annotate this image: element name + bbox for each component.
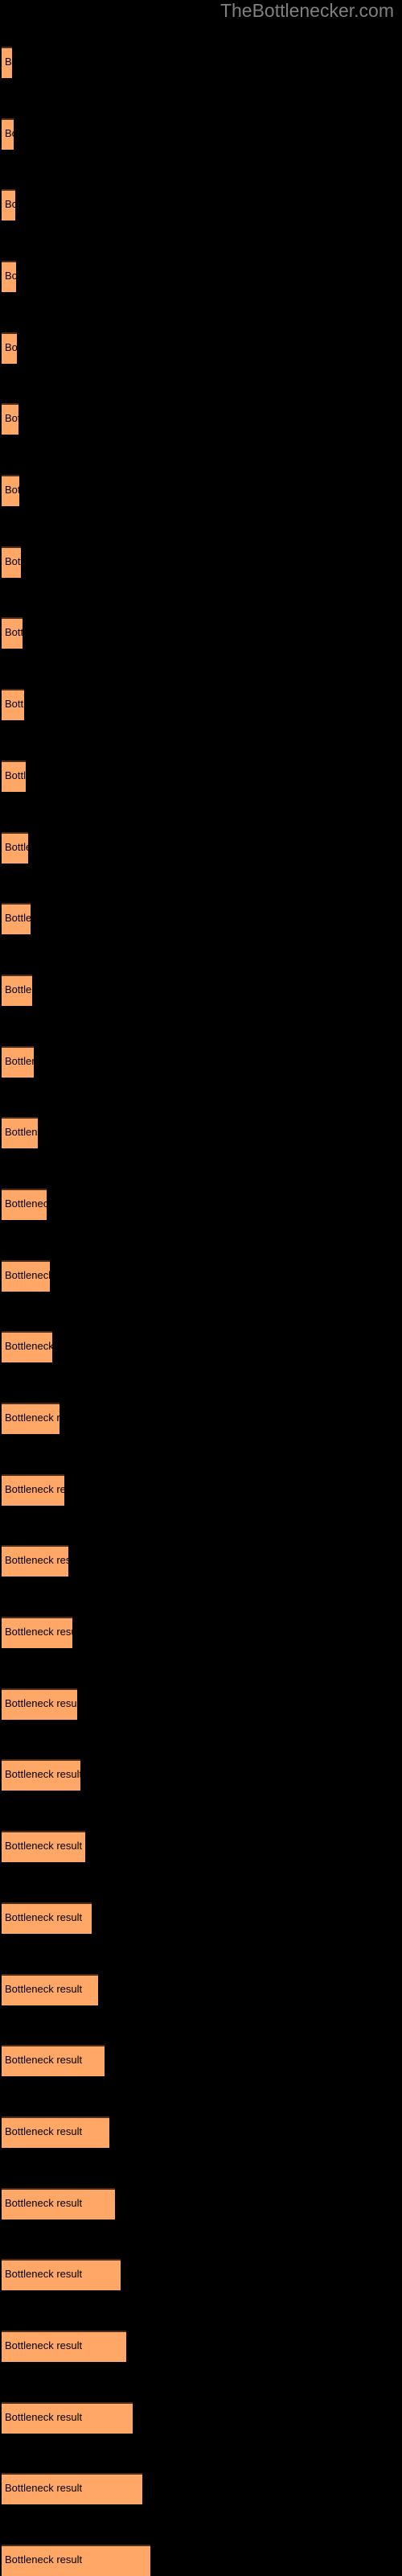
bar: Bottleneck result (2, 2401, 133, 2434)
bar-label: Bottleneck result (5, 1340, 52, 1353)
bar: Bottleneck result (2, 1045, 34, 1078)
bar: Bottleneck result (2, 903, 31, 935)
bar-label: Bottleneck result (5, 2410, 83, 2423)
bar-label: Bottleneck result (5, 1482, 64, 1495)
bar-label: Bottleneck result (5, 554, 21, 567)
bar: Bottleneck result (2, 1617, 72, 1649)
bar: Bottleneck result (2, 117, 14, 150)
bar-label: Bottleneck result (5, 1696, 77, 1709)
bar-label: Bottleneck result (5, 912, 31, 925)
bar: Bottleneck result (2, 47, 12, 78)
bar-label: Bottleneck result (5, 1768, 80, 1781)
bar-label: Bottleneck result (5, 1982, 83, 1995)
bar: Bottleneck result (2, 2259, 121, 2291)
bar-label: Bottleneck result (5, 2553, 83, 2566)
bar-label: Bottleneck result (5, 1268, 50, 1281)
bar: Bottleneck result (2, 617, 23, 649)
bar: Bottleneck result (2, 760, 26, 792)
bar: Bottleneck result (2, 475, 19, 507)
bar-label: Bottleneck result (5, 1054, 34, 1067)
bar: Bottleneck result (2, 1759, 80, 1791)
bar-label: Bottleneck result (5, 840, 28, 853)
bar-label: Bottleneck result (5, 198, 15, 211)
bar-label: Bottleneck result (5, 2125, 83, 2137)
bar-label: Bottleneck result (5, 270, 16, 282)
bar: Bottleneck result (2, 1831, 85, 1863)
bar-label: Bottleneck result (5, 484, 19, 497)
bar: Bottleneck result (2, 1902, 92, 1934)
bar: Bottleneck result (2, 1688, 77, 1720)
bar: Bottleneck result (2, 1117, 38, 1149)
bar: Bottleneck result (2, 1331, 52, 1363)
bar-label: Bottleneck result (5, 56, 12, 68)
bar: Bottleneck result (2, 1259, 50, 1292)
bar-label: Bottleneck result (5, 626, 23, 639)
bar: Bottleneck result (2, 2116, 109, 2148)
bar-label: Bottleneck result (5, 340, 17, 353)
bar: Bottleneck result (2, 261, 16, 293)
bar-label: Bottleneck result (5, 2482, 83, 2495)
bar-label: Bottleneck result (5, 126, 14, 139)
bar: Bottleneck result (2, 2545, 150, 2576)
bar-label: Bottleneck result (5, 1840, 83, 1853)
bar-label: Bottleneck result (5, 1412, 59, 1424)
bar: Bottleneck result (2, 2330, 126, 2362)
bottleneck-bar-chart: TheBottlenecker.com Bottleneck resultBot… (0, 0, 402, 2576)
bar: Bottleneck result (2, 1188, 47, 1220)
bar-label: Bottleneck result (5, 698, 24, 711)
bar: Bottleneck result (2, 974, 32, 1006)
bar: Bottleneck result (2, 1545, 68, 1577)
bar-label: Bottleneck result (5, 2268, 83, 2281)
bar-label: Bottleneck result (5, 2339, 83, 2351)
bar-label: Bottleneck result (5, 983, 32, 995)
bar: Bottleneck result (2, 2045, 105, 2077)
bar-label: Bottleneck result (5, 1126, 38, 1139)
bar: Bottleneck result (2, 1473, 64, 1506)
bar: Bottleneck result (2, 546, 21, 578)
bar: Bottleneck result (2, 189, 15, 221)
bar-label: Bottleneck result (5, 1626, 72, 1638)
bar-label: Bottleneck result (5, 2054, 83, 2067)
bar-label: Bottleneck result (5, 1554, 68, 1567)
bar-label: Bottleneck result (5, 1197, 47, 1210)
bar-label: Bottleneck result (5, 2196, 83, 2209)
bars-layer: Bottleneck result Bottleneck result Bottle… (0, 0, 402, 2576)
bar: Bottleneck result (2, 2187, 115, 2219)
bar: Bottleneck result (2, 332, 17, 364)
bar: Bottleneck result (2, 2473, 142, 2505)
bar: Bottleneck result (2, 403, 18, 435)
bar-label: Bottleneck result (5, 769, 26, 781)
bar: Bottleneck result (2, 1973, 98, 2005)
bar-label: Bottleneck result (5, 1910, 83, 1923)
bar: Bottleneck result (2, 689, 24, 721)
bar-label: Bottleneck result (5, 412, 18, 425)
bar: Bottleneck result (2, 831, 28, 863)
bar: Bottleneck result (2, 1403, 59, 1435)
